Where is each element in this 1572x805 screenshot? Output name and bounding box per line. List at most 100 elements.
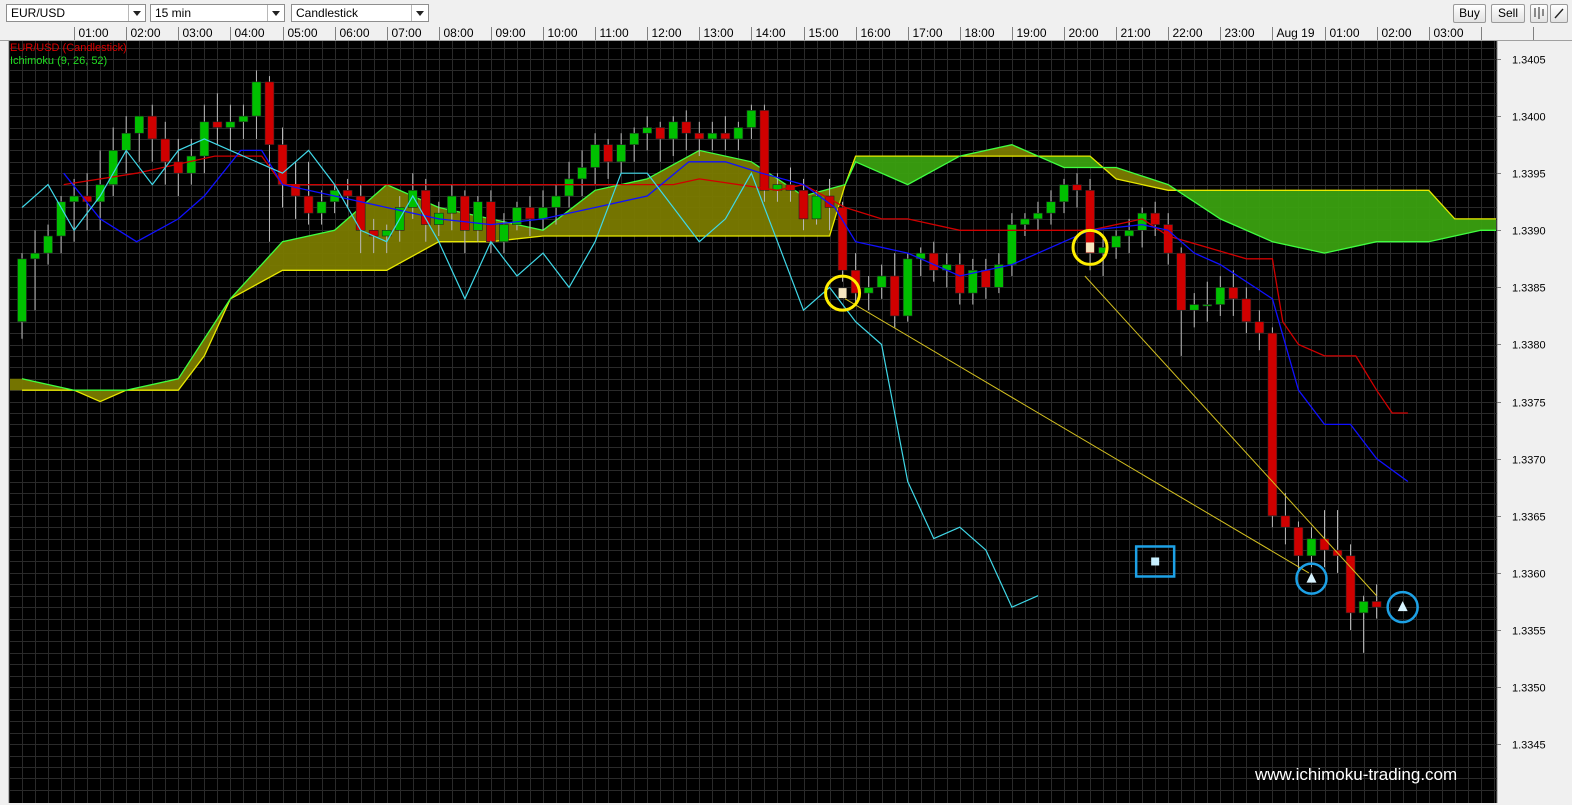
candle-body-bear (954, 264, 965, 294)
price-tick-label: 1.3385 (1512, 283, 1546, 295)
candlestick (902, 253, 913, 322)
chevron-down-icon[interactable] (411, 5, 428, 21)
candle-body-bull (1202, 304, 1213, 307)
candle-body-bear (1319, 538, 1330, 551)
chevron-down-icon[interactable] (128, 5, 145, 21)
candle-body-bull (1358, 601, 1369, 614)
sell-signal-marker (1086, 242, 1095, 253)
candle-body-bear (525, 207, 535, 220)
pencil-icon (1554, 8, 1564, 19)
candle-body-bull (473, 201, 483, 231)
price-tick-label: 1.3375 (1512, 398, 1546, 410)
candle-body-bear (1371, 601, 1382, 608)
time-tick-label: 15:00 (809, 26, 839, 40)
timeframe-select-value: 15 min (155, 6, 192, 20)
price-tick-label: 1.3370 (1512, 455, 1546, 467)
candle-body-bull (134, 115, 145, 134)
price-chart[interactable]: 01:00 02:00 03:00 04:00 05:00 06:00 07:00 08:00… (0, 26, 1572, 805)
time-tick-label: 12:00 (652, 26, 682, 40)
price-tick-label: 1.3390 (1512, 226, 1546, 238)
candle-body-bear (1176, 252, 1187, 311)
candlestick (837, 201, 848, 282)
time-tick-label: 13:00 (704, 26, 734, 40)
candle-body-bull (577, 167, 587, 180)
candle-body-bear (981, 269, 991, 288)
draw-button[interactable] (1550, 4, 1568, 23)
candle-body-bear (798, 190, 809, 220)
price-tick-label: 1.3350 (1512, 683, 1546, 695)
price-tick-label: 1.3365 (1512, 512, 1546, 524)
time-tick-label: 05:00 (288, 26, 318, 40)
candle-body-bull (499, 224, 509, 243)
price-tick-label: 1.3355 (1512, 626, 1546, 638)
time-tick-label: Aug 19 (1277, 26, 1315, 40)
candle-body-bear (1163, 224, 1173, 254)
candle-body-bull (1046, 201, 1056, 214)
time-tick-label: 09:00 (496, 26, 526, 40)
time-tick-label: 11:00 (600, 26, 629, 40)
time-tick-label: 18:00 (965, 26, 995, 40)
time-tick-label: 14:00 (756, 26, 786, 40)
chart-type-select-value: Candlestick (296, 6, 359, 20)
candle-body-bear (1241, 298, 1252, 322)
candle-body-bull (746, 110, 757, 128)
price-tick-label: 1.3400 (1512, 112, 1546, 124)
time-tick-label: 20:00 (1069, 26, 1099, 40)
candle-body-bull (95, 184, 105, 203)
candle-body-bear (720, 132, 731, 140)
time-tick-label: 08:00 (444, 26, 474, 40)
marker-box-dot (1151, 557, 1160, 566)
symbol-select[interactable]: EUR/USD (6, 4, 146, 22)
timeframe-select[interactable]: 15 min (150, 4, 285, 22)
time-tick-label: 04:00 (235, 26, 265, 40)
chevron-down-icon[interactable] (267, 5, 284, 21)
time-tick-label: 03:00 (1434, 26, 1464, 40)
time-tick-label: 17:00 (913, 26, 943, 40)
chart-type-select[interactable]: Candlestick (291, 4, 429, 22)
candle-body-bull (186, 155, 197, 174)
candle-body-bear (1293, 526, 1304, 557)
candle-body-bull (733, 127, 744, 140)
candle-body-bear (1280, 515, 1291, 528)
time-tick-label: 19:00 (1017, 26, 1047, 40)
buy-button[interactable]: Buy (1453, 4, 1486, 23)
candle-body-bear (889, 275, 900, 317)
candle-body-bull (902, 258, 913, 317)
candlestick (1267, 327, 1278, 528)
crosshair-button[interactable] (1530, 4, 1548, 23)
candle-body-bear (1254, 321, 1265, 334)
candle-body-bull (447, 195, 457, 214)
candle-body-bear (160, 138, 171, 163)
candle-body-bear (1150, 212, 1160, 225)
time-tick-label: 23:00 (1225, 26, 1255, 40)
candle-body-bull (69, 195, 79, 203)
candle-body-bear (928, 252, 939, 271)
candle-body-bull (707, 132, 718, 140)
candle-body-bear (603, 144, 613, 163)
candle-body-bear (759, 110, 770, 191)
price-tick-label: 1.3380 (1512, 340, 1546, 352)
candle-body-bear (1267, 332, 1278, 517)
candle-body-bear (147, 115, 158, 140)
time-tick-label: 02:00 (1382, 26, 1412, 40)
price-tick-label: 1.3395 (1512, 169, 1546, 181)
time-tick-label: 02:00 (131, 26, 161, 40)
time-tick-label: 01:00 (79, 26, 109, 40)
candle-body-bull (616, 144, 626, 163)
candle-body-bull (1111, 235, 1121, 248)
candle-body-bull (642, 127, 653, 134)
candle-body-bull (251, 81, 262, 117)
candle-body-bull (225, 121, 236, 128)
candle-body-bear (264, 81, 275, 145)
candle-body-bull (1137, 212, 1147, 231)
candle-body-bull (1124, 230, 1134, 237)
sell-button[interactable]: Sell (1491, 4, 1525, 23)
candle-body-bear (655, 127, 666, 140)
candle-body-bear (681, 121, 692, 134)
candle-body-bear (694, 132, 705, 140)
chart-area[interactable]: 01:00 02:00 03:00 04:00 05:00 06:00 07:00 08:00… (0, 26, 1572, 805)
time-tick-label: 03:00 (183, 26, 213, 40)
candle-body-bull (1020, 218, 1030, 225)
candle-body-bull (121, 132, 131, 151)
time-tick-label: 22:00 (1173, 26, 1203, 40)
